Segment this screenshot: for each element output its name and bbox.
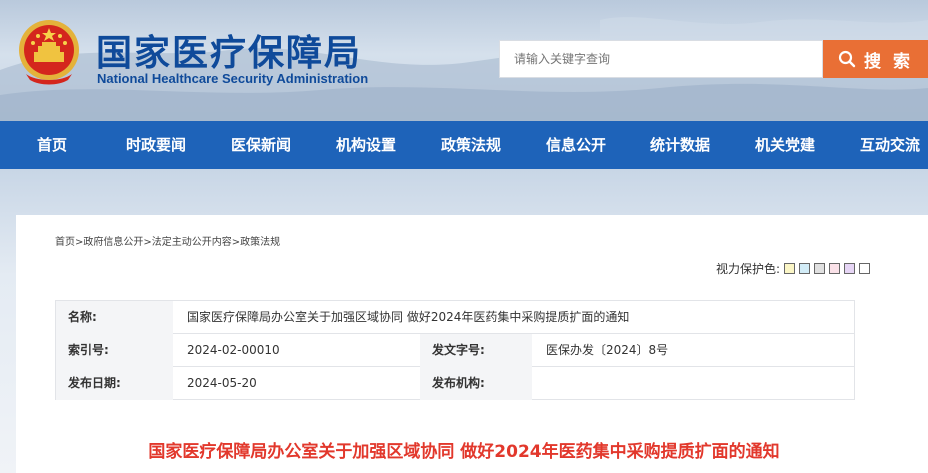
nav-item-information-disclosure[interactable]: 信息公开 [546,121,606,169]
index-label: 索引号: [56,334,173,367]
breadcrumb-separator: > [231,237,241,248]
breadcrumb-home[interactable]: 首页 [55,237,75,248]
nav-item-organization[interactable]: 机构设置 [336,121,396,169]
nav-item-statistics[interactable]: 统计数据 [650,121,710,169]
name-value: 国家医疗保障局办公室关于加强区域协同 做好2024年医药集中采购提质扩面的通知 [187,310,630,324]
breadcrumb-separator: > [143,237,152,248]
nav-item-party-building[interactable]: 机关党建 [755,121,815,169]
site-header: 国家医疗保障局 National Healthcare Security Adm… [0,0,928,121]
nav-item-home[interactable]: 首页 [37,121,67,169]
color-swatch-purple[interactable] [844,263,856,274]
publish-date-label: 发布日期: [56,367,173,400]
color-swatch-pink[interactable] [829,263,841,274]
breadcrumb-gov-info[interactable]: 政府信息公开 [83,237,143,248]
publishing-org-value [532,367,854,400]
nav-item-politics-news[interactable]: 时政要闻 [126,121,186,169]
nav-item-policies[interactable]: 政策法规 [441,121,501,169]
search-button[interactable]: 搜 索 [823,40,928,78]
site-logo-english[interactable]: National Healthcare Security Administrat… [97,71,368,86]
doc-number-value: 医保办发〔2024〕8号 [546,343,669,357]
info-row-name: 名称: 国家医疗保障局办公室关于加强区域协同 做好2024年医药集中采购提质扩面… [56,301,854,334]
color-swatch-white[interactable] [859,263,871,274]
document-title: 国家医疗保障局办公室关于加强区域协同 做好2024年医药集中采购提质扩面的通知 [148,442,780,462]
name-label: 名称: [56,301,173,334]
document-info-table: 名称: 国家医疗保障局办公室关于加强区域协同 做好2024年医药集中采购提质扩面… [55,300,855,400]
nav-item-interaction[interactable]: 互动交流 [860,121,920,169]
index-value: 2024-02-00010 [187,343,280,357]
publish-date-value: 2024-05-20 [187,376,257,390]
color-swatch-yellow[interactable] [784,263,796,274]
info-row-index: 索引号: 2024-02-00010 发文字号: 医保办发〔2024〕8号 [56,334,854,367]
color-swatch-blue[interactable] [799,263,811,274]
nav-item-medical-insurance-news[interactable]: 医保新闻 [231,121,291,169]
info-row-date: 发布日期: 2024-05-20 发布机构: [56,367,854,400]
publishing-org-label: 发布机构: [420,367,532,400]
breadcrumb: 首页>政府信息公开>法定主动公开内容>政策法规 [55,233,280,248]
search-button-label: 搜 索 [864,51,913,72]
color-swatch-gray[interactable] [814,263,826,274]
search-icon [838,50,856,68]
vision-protection-colors: 视力保护色: [716,260,871,277]
site-logo-chinese[interactable]: 国家医疗保障局 [96,24,362,76]
search-input[interactable] [499,40,823,78]
main-nav: 首页 时政要闻 医保新闻 机构设置 政策法规 信息公开 统计数据 机关党建 互动… [0,121,928,169]
doc-number-label: 发文字号: [420,334,532,367]
vision-protection-label: 视力保护色: [716,262,781,276]
breadcrumb-policies[interactable]: 政策法规 [240,237,280,248]
national-emblem-icon [19,20,79,85]
breadcrumb-statutory[interactable]: 法定主动公开内容 [152,237,232,248]
